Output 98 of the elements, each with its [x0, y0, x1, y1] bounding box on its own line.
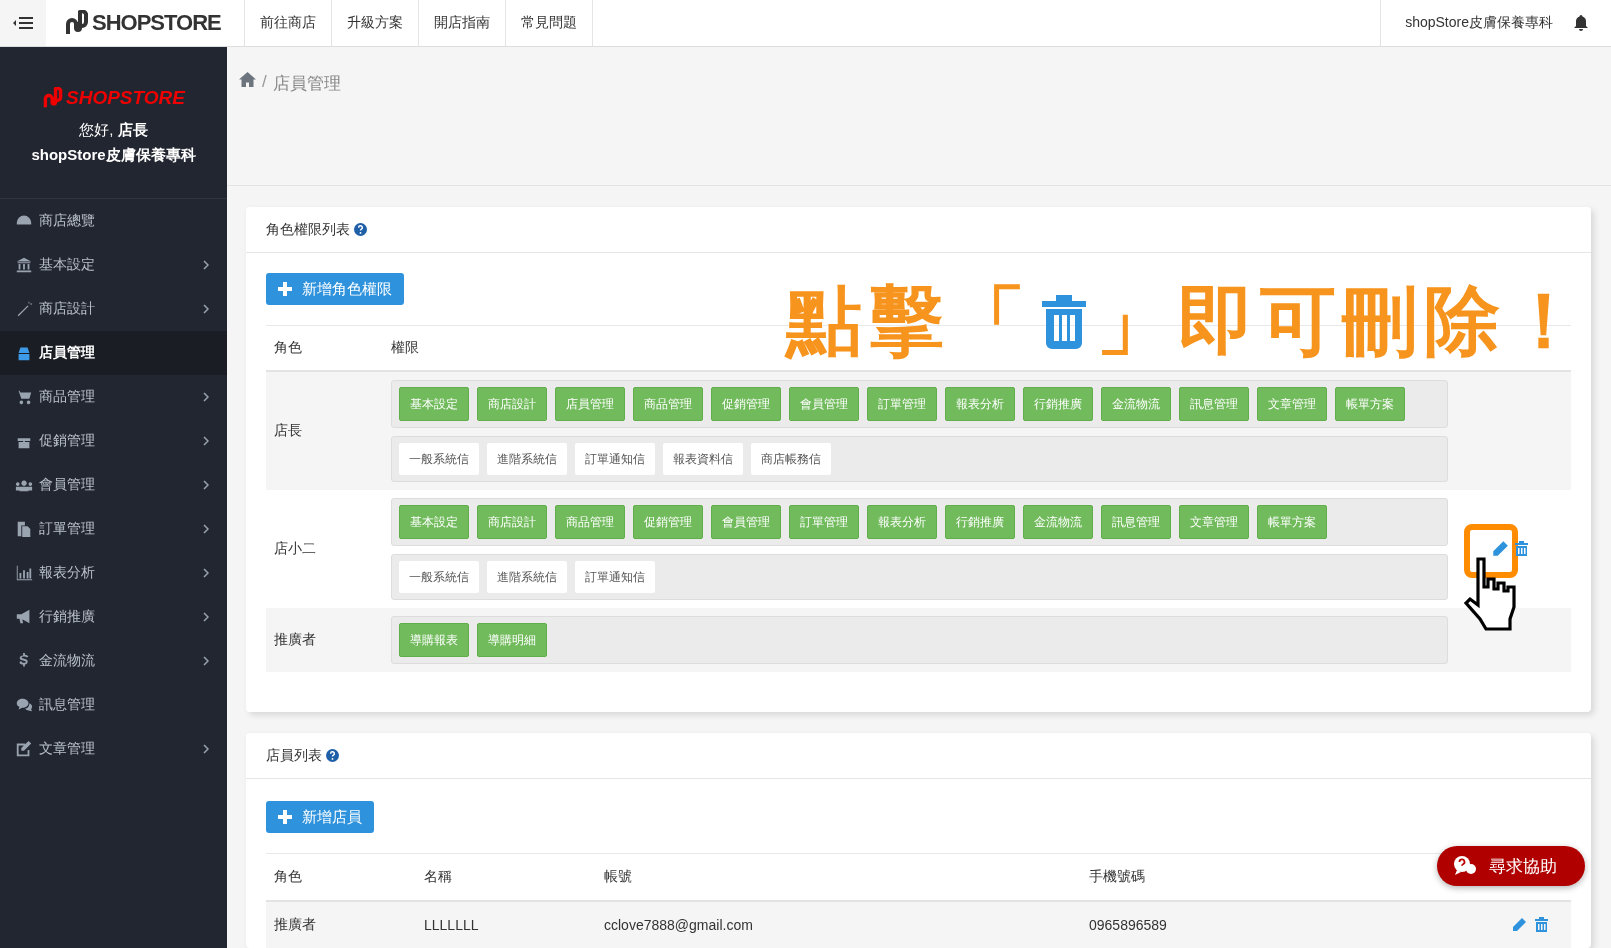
edit-icon — [15, 740, 33, 758]
edit-icon[interactable] — [1511, 917, 1527, 933]
permission-tag: 導購報表 — [399, 623, 469, 657]
sidebar-item[interactable]: 商店總覽 — [0, 199, 227, 243]
permission-tag: 帳單方案 — [1257, 505, 1327, 539]
column-header: 手機號碼 — [1089, 868, 1146, 886]
role-name: 店小二 — [273, 540, 317, 558]
bell-icon[interactable] — [1573, 14, 1589, 32]
notice-tag: 一般系統信 — [399, 561, 479, 593]
sidebar-item[interactable]: 基本設定 — [0, 243, 227, 287]
permission-tag: 金流物流 — [1101, 387, 1171, 421]
permission-tag: 店員管理 — [555, 387, 625, 421]
trash-icon — [1040, 293, 1088, 349]
permission-tag: 會員管理 — [789, 387, 859, 421]
permission-tag: 文章管理 — [1179, 505, 1249, 539]
permission-tag: 商品管理 — [633, 387, 703, 421]
plus-icon — [278, 282, 292, 296]
permission-tag: 行銷推廣 — [945, 505, 1015, 539]
sidebar-item[interactable]: 金流物流 — [0, 639, 227, 683]
annotation-text: 點擊「 — [786, 283, 1032, 359]
permission-tag: 訂單管理 — [867, 387, 937, 421]
menu-toggle-icon[interactable] — [0, 0, 46, 46]
column-header: 權限 — [391, 339, 419, 357]
files-icon — [15, 520, 33, 538]
permission-tag: 帳單方案 — [1335, 387, 1405, 421]
nav-link[interactable]: 升級方案 — [332, 0, 419, 46]
sidebar-item[interactable]: 行銷推廣 — [0, 595, 227, 639]
notice-tag: 訂單通知信 — [575, 443, 655, 475]
help-icon[interactable] — [354, 223, 367, 236]
role-text: 店長 — [117, 120, 148, 138]
card-title: 店員列表 — [266, 746, 322, 765]
permission-tag: 促銷管理 — [711, 387, 781, 421]
permission-tag: 報表分析 — [945, 387, 1015, 421]
chat-icon — [15, 696, 33, 714]
logo-icon — [64, 10, 90, 36]
permission-tag: 商品管理 — [555, 505, 625, 539]
sidebar-item[interactable]: 文章管理 — [0, 727, 227, 771]
trash-icon[interactable] — [1535, 917, 1548, 933]
sidebar-item[interactable]: 商品管理 — [0, 375, 227, 419]
column-header: 名稱 — [424, 868, 453, 886]
card-title: 角色權限列表 — [266, 220, 350, 239]
permission-tag: 促銷管理 — [633, 505, 703, 539]
trash-icon[interactable] — [1515, 541, 1528, 557]
breadcrumb-current: 店員管理 — [272, 73, 341, 95]
sidebar-item[interactable]: 會員管理 — [0, 463, 227, 507]
role-name: 推廣者 — [273, 631, 317, 649]
table-cell-text: cclove7888@gmail.com — [604, 917, 754, 933]
sidebar-item[interactable]: 訊息管理 — [0, 683, 227, 727]
annotation-text: 」即可刪除！ — [1096, 283, 1588, 359]
logo-icon — [42, 86, 64, 109]
edit-icon[interactable] — [1491, 540, 1509, 558]
column-header: 角色 — [273, 868, 303, 886]
nav-link[interactable]: 前往商店 — [245, 0, 332, 46]
sidebar-item[interactable]: 報表分析 — [0, 551, 227, 595]
permission-tag: 會員管理 — [711, 505, 781, 539]
permission-tag: 商店設計 — [477, 505, 547, 539]
permission-tag: 導購明細 — [477, 623, 547, 657]
table-cell-text: LLLLLLL — [424, 917, 480, 933]
sidebar-item[interactable]: 訂單管理 — [0, 507, 227, 551]
shop-name: shopStore皮膚保養專科 — [31, 144, 196, 165]
logo-text[interactable]: SHOPSTORE — [92, 10, 221, 36]
help-icon[interactable] — [326, 749, 339, 762]
sidebar-item[interactable]: 促銷管理 — [0, 419, 227, 463]
table-cell-text: 推廣者 — [273, 916, 317, 934]
greeting-text: 您好, — [79, 120, 114, 138]
notice-tag: 訂單通知信 — [575, 561, 655, 593]
column-header: 角色 — [273, 339, 303, 357]
notice-tag: 商店帳務信 — [751, 443, 831, 475]
permission-tag: 訊息管理 — [1101, 505, 1171, 539]
help-button[interactable]: 尋求協助 — [1437, 846, 1585, 886]
sidebar-item[interactable]: 商店設計 — [0, 287, 227, 331]
notice-tag: 進階系統信 — [487, 561, 567, 593]
breadcrumb-separator: / — [262, 72, 267, 92]
role-name: 店長 — [273, 422, 303, 440]
permission-tag: 訂單管理 — [789, 505, 859, 539]
permission-tag: 基本設定 — [399, 387, 469, 421]
table-cell-text: 0965896589 — [1089, 917, 1168, 933]
permission-tag: 基本設定 — [399, 505, 469, 539]
shop-name-link[interactable]: shopStore皮膚保養專科 — [1380, 0, 1573, 46]
permission-tag: 行銷推廣 — [1023, 387, 1093, 421]
home-icon[interactable] — [239, 72, 256, 87]
permission-tag: 金流物流 — [1023, 505, 1093, 539]
permission-tag: 文章管理 — [1257, 387, 1327, 421]
permission-tag: 報表分析 — [867, 505, 937, 539]
chat-help-icon — [1453, 855, 1477, 877]
notice-tag: 報表資料信 — [663, 443, 743, 475]
permission-tag: 商店設計 — [477, 387, 547, 421]
column-header: 帳號 — [604, 868, 633, 886]
nav-link[interactable]: 開店指南 — [419, 0, 506, 46]
sidebar-item[interactable]: 店員管理 — [0, 331, 227, 375]
logo-text: SHOPSTORE — [66, 86, 185, 109]
nav-link[interactable]: 常見問題 — [506, 0, 593, 46]
notice-tag: 一般系統信 — [399, 443, 479, 475]
chart-icon — [15, 564, 33, 582]
permission-tag: 訊息管理 — [1179, 387, 1249, 421]
plus-icon — [278, 810, 292, 824]
bank-icon — [15, 256, 33, 274]
notice-tag: 進階系統信 — [487, 443, 567, 475]
